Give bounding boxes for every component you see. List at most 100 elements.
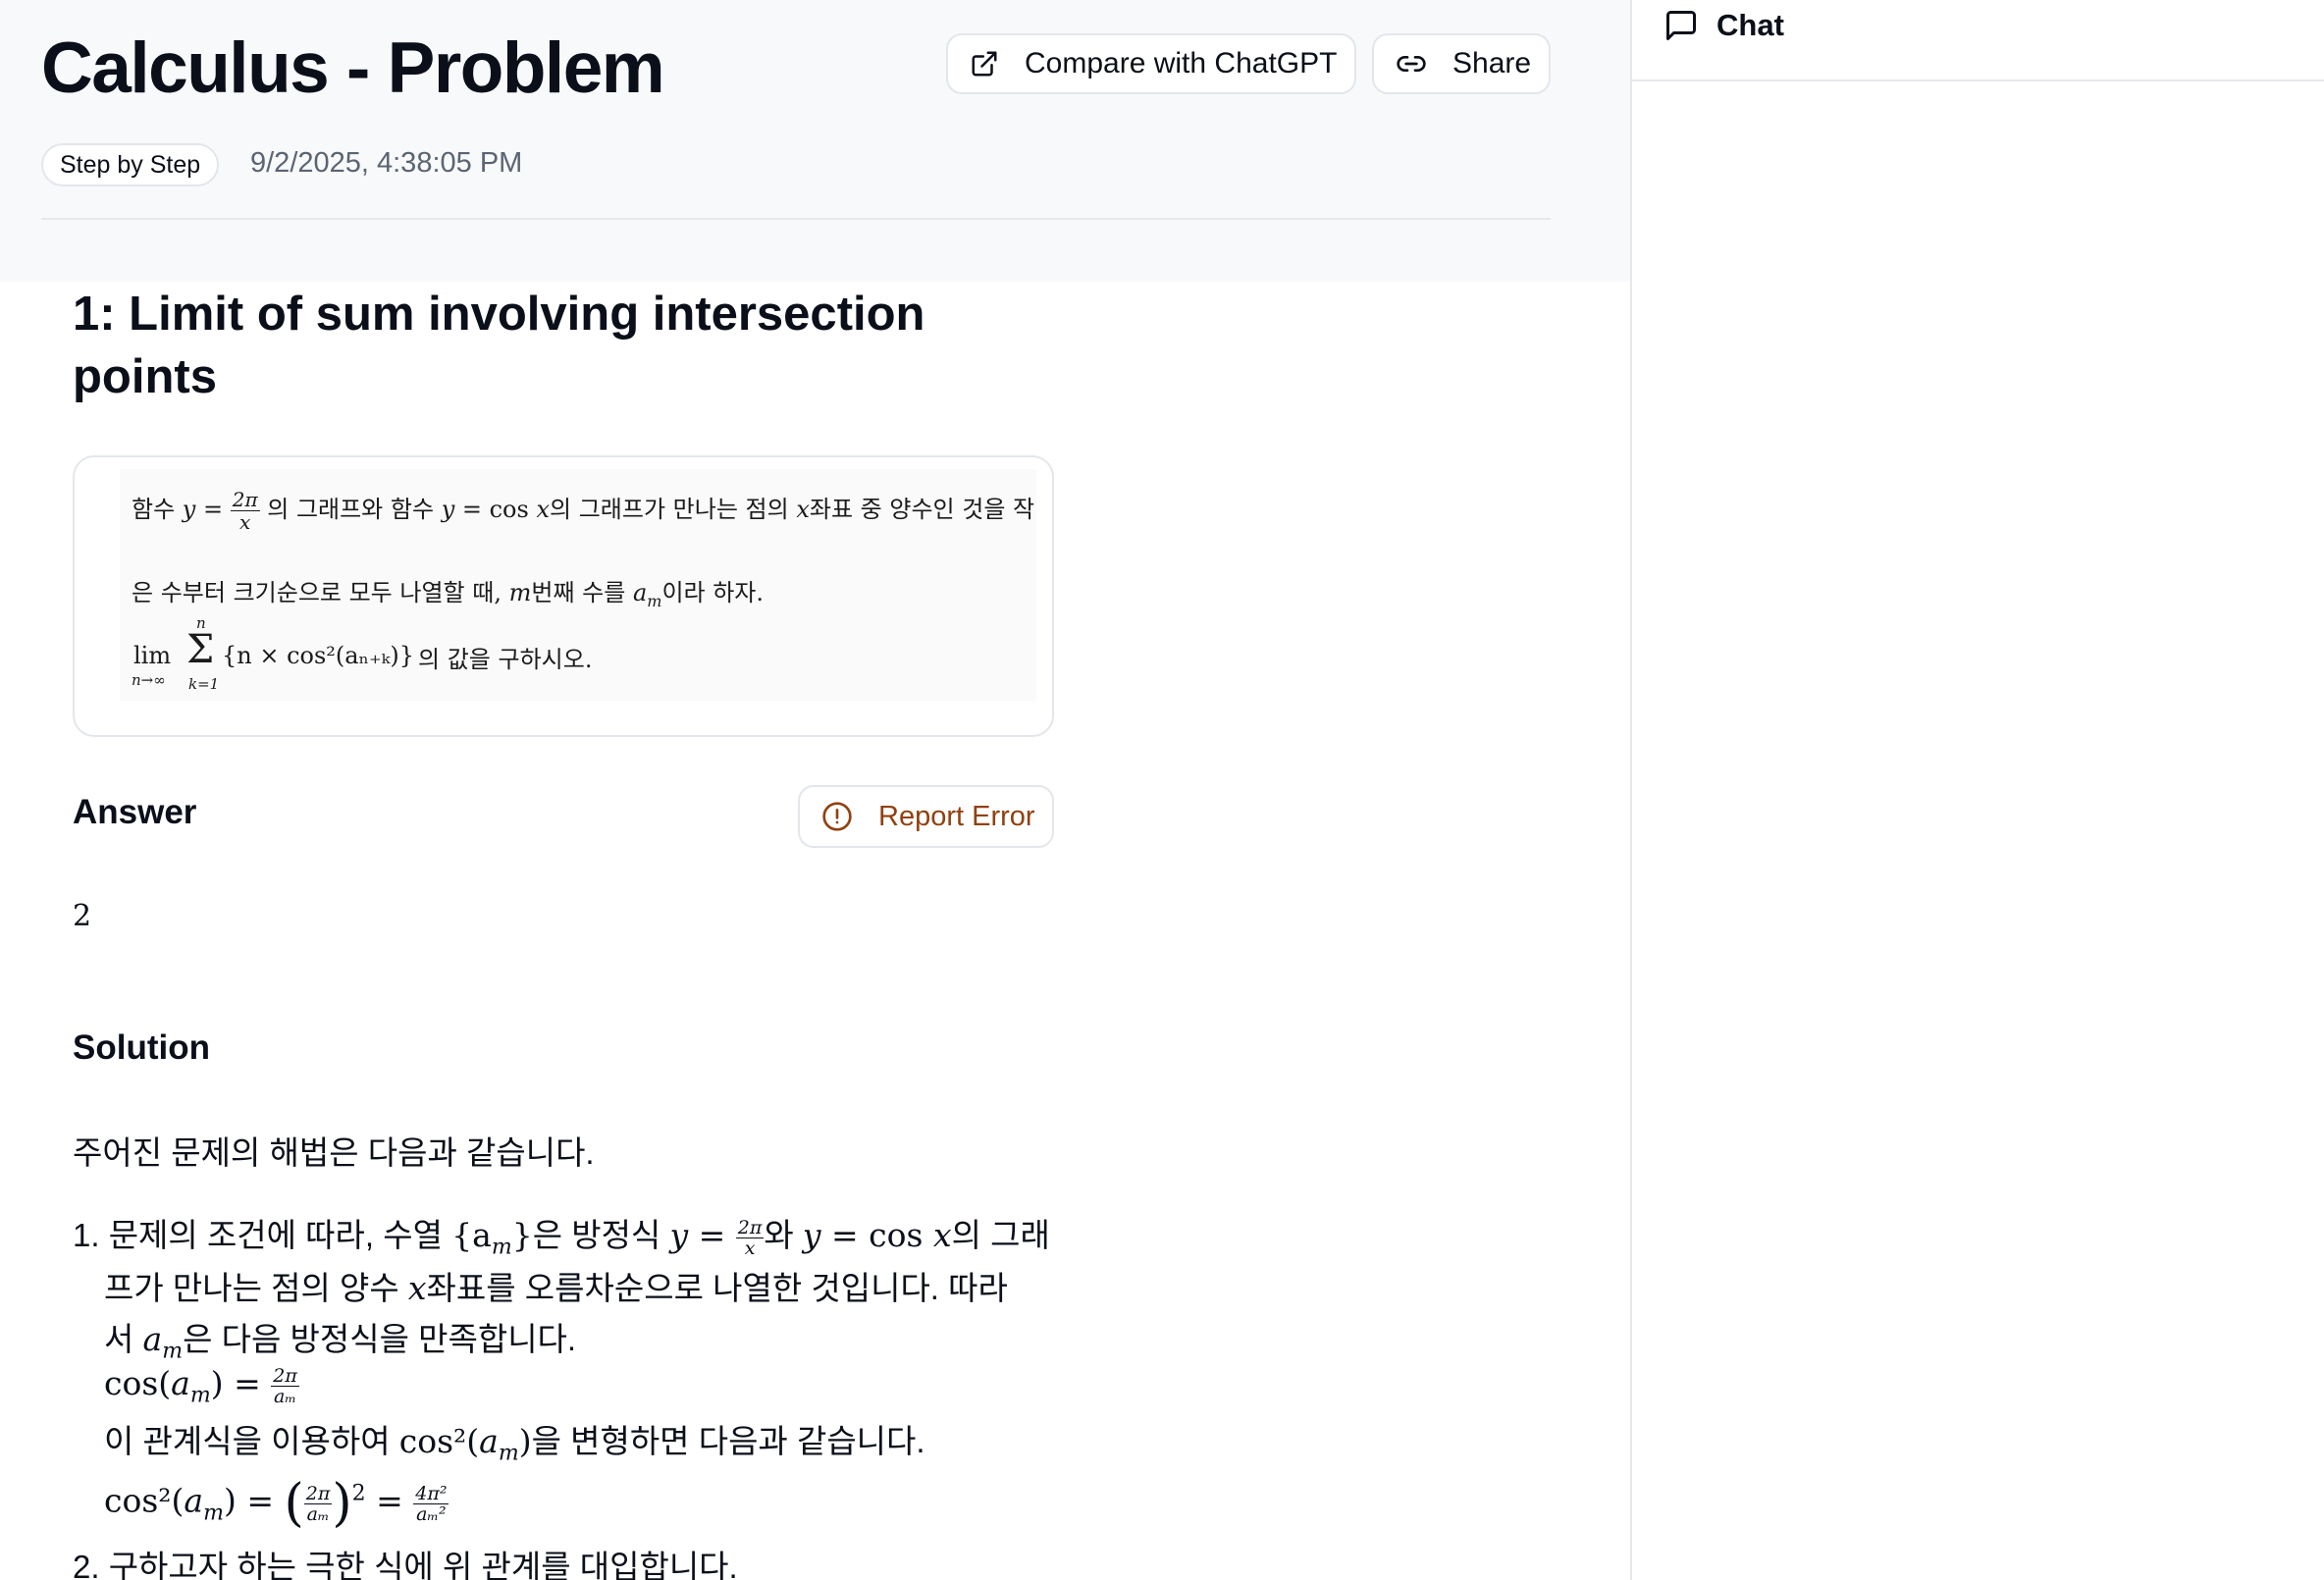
math: ) = bbox=[210, 1364, 272, 1402]
math: cos( bbox=[104, 1364, 172, 1402]
solution-step-1-line-1: 1. 문제의 조건에 따라, 수열 {am}은 방정식 y = 2π x 와 y =… bbox=[73, 1209, 1050, 1260]
problem-image: 함수 y = 2π x 의 그래프와 함수 y = cos x의 그래프가 만나는… bbox=[120, 469, 1036, 701]
math-var: y bbox=[669, 1216, 689, 1254]
math-subscript: m bbox=[498, 1441, 519, 1466]
math-subscript: m bbox=[189, 1383, 211, 1408]
fraction-numerator: 2π bbox=[271, 1364, 299, 1387]
math-var: y bbox=[802, 1216, 821, 1254]
text: 이라 하자. bbox=[661, 579, 765, 606]
sum-expression: {n × cos²(aₙ₊ₖ)} bbox=[222, 642, 415, 669]
fraction-numerator: 4π² bbox=[413, 1482, 449, 1504]
solution-heading: Solution bbox=[73, 1028, 210, 1067]
text: = cos bbox=[454, 496, 537, 523]
math: = cos bbox=[820, 1216, 933, 1254]
text: 은 다음 방정식을 만족합니다. bbox=[183, 1321, 577, 1357]
page-title: Calculus - Problem bbox=[41, 28, 665, 108]
equation-2: cos²(am) = (2π aₘ)2 = 4π² aₘ² bbox=[104, 1474, 449, 1533]
math: = bbox=[365, 1481, 414, 1520]
math: ) bbox=[518, 1422, 532, 1460]
sum-operator: Σ bbox=[186, 627, 215, 672]
share-button-label: Share bbox=[1452, 47, 1532, 79]
fraction-denominator: aₘ bbox=[306, 1502, 330, 1525]
compare-with-chatgpt-button[interactable]: Compare with ChatGPT bbox=[946, 33, 1356, 94]
math: } bbox=[511, 1216, 533, 1254]
report-error-label: Report Error bbox=[878, 800, 1035, 832]
text: 을 변형하면 다음과 같습니다. bbox=[531, 1423, 925, 1459]
text: 의 그래 bbox=[951, 1217, 1050, 1253]
sidebar-divider bbox=[1632, 79, 2324, 81]
chat-title: Chat bbox=[1717, 8, 1784, 42]
math-subscript: m bbox=[647, 591, 662, 610]
text: 번째 수를 bbox=[531, 579, 633, 606]
math-var: a bbox=[142, 1320, 163, 1358]
math-var: y bbox=[182, 496, 196, 523]
mode-badge: Step by Step bbox=[41, 143, 220, 186]
share-button[interactable]: Share bbox=[1372, 33, 1551, 94]
text: 와 bbox=[764, 1217, 803, 1253]
math-var: y bbox=[441, 496, 455, 523]
problem-line-3: lim n→∞ n Σ k=1 {n × cos²(aₙ₊ₖ)} 의 값을 구하… bbox=[132, 614, 720, 693]
solution-intro: 주어진 문제의 해법은 다음과 같습니다. bbox=[73, 1134, 595, 1171]
main-panel: Calculus - Problem Compare with ChatGPT … bbox=[0, 0, 1630, 1580]
math-var: m bbox=[508, 579, 532, 606]
fraction-denominator: aₘ² bbox=[416, 1502, 447, 1525]
fraction-denominator: x bbox=[744, 1237, 756, 1259]
answer-heading: Answer bbox=[73, 793, 197, 831]
text: = bbox=[195, 496, 231, 523]
limit-subscript: n→∞ bbox=[132, 671, 166, 689]
math-subscript: m bbox=[203, 1501, 224, 1526]
math-var: a bbox=[184, 1481, 204, 1520]
math-var: a bbox=[632, 579, 648, 606]
limit-operator: lim bbox=[133, 642, 172, 669]
math-var: a bbox=[171, 1364, 190, 1402]
problem-line-1: 함수 y = 2π x 의 그래프와 함수 y = cos x의 그래프가 만나는… bbox=[132, 489, 1034, 533]
fraction-denominator: x bbox=[239, 510, 251, 534]
text: 은 방정식 bbox=[532, 1217, 670, 1253]
problem-line-2: 은 수부터 크기순으로 모두 나열할 때, m번째 수를 am이라 하자. bbox=[132, 573, 764, 610]
text: 이 관계식을 이용하여 bbox=[104, 1423, 399, 1459]
solution-step-1-line-4: 이 관계식을 이용하여 cos²(am)을 변형하면 다음과 같습니다. bbox=[104, 1415, 925, 1466]
math-subscript: m bbox=[491, 1235, 512, 1260]
chat-header[interactable]: Chat bbox=[1664, 6, 1784, 45]
chat-bubble-icon bbox=[1666, 11, 1696, 40]
fraction: 2π aₘ bbox=[303, 1482, 333, 1525]
fraction: 2π x bbox=[230, 489, 260, 534]
report-error-button[interactable]: Report Error bbox=[798, 785, 1054, 848]
text: 은 수부터 크기순으로 모두 나열할 때, bbox=[132, 579, 509, 606]
text: 의 그래프와 함수 bbox=[259, 496, 442, 523]
chat-sidebar: Chat bbox=[1630, 0, 2324, 1580]
header-divider bbox=[41, 218, 1551, 220]
text: 서 bbox=[104, 1321, 143, 1357]
text: 프가 만나는 점의 양수 bbox=[104, 1270, 408, 1306]
math-subscript: m bbox=[162, 1339, 184, 1364]
math-var: x bbox=[536, 496, 550, 523]
link-icon bbox=[1397, 55, 1426, 72]
text: 좌표를 오름차순으로 나열한 것입니다. 따라 bbox=[426, 1270, 1008, 1306]
fraction: 2π x bbox=[735, 1216, 765, 1259]
math-exponent: 2 bbox=[351, 1481, 366, 1506]
external-link-icon bbox=[972, 51, 997, 77]
fraction: 4π² aₘ² bbox=[413, 1484, 449, 1524]
math-var: x bbox=[796, 496, 810, 523]
fraction-numerator: 2π bbox=[303, 1482, 333, 1504]
math-var: x bbox=[932, 1216, 952, 1254]
math: = bbox=[688, 1216, 736, 1254]
text: 함수 bbox=[132, 496, 183, 523]
math: cos²( bbox=[104, 1481, 185, 1520]
solution-step-2: 2. 구하고자 하는 극한 식에 위 관계를 대입합니다. bbox=[73, 1549, 738, 1580]
text: 1. 문제의 조건에 따라, 수열 bbox=[73, 1217, 452, 1253]
answer-value: 2 bbox=[73, 899, 92, 933]
math: cos²( bbox=[398, 1422, 480, 1460]
solution-step-1-line-3: 서 am은 다음 방정식을 만족합니다. bbox=[104, 1313, 576, 1364]
math: ) = bbox=[223, 1481, 285, 1520]
sum-lower-bound: k=1 bbox=[188, 675, 220, 693]
fraction: 2π aₘ bbox=[271, 1366, 299, 1406]
fraction-denominator: aₘ bbox=[274, 1385, 297, 1407]
text: 좌표 중 양수인 것을 작 bbox=[809, 496, 1035, 523]
compare-button-label: Compare with ChatGPT bbox=[1025, 47, 1338, 79]
problem-card: 함수 y = 2π x 의 그래프와 함수 y = cos x의 그래프가 만나는… bbox=[73, 455, 1054, 737]
equation-1: cos(am) = 2π aₘ bbox=[104, 1364, 299, 1408]
math-var: a bbox=[479, 1422, 499, 1460]
fraction-numerator: 2π bbox=[735, 1216, 765, 1238]
timestamp: 9/2/2025, 4:38:05 PM bbox=[250, 147, 523, 179]
